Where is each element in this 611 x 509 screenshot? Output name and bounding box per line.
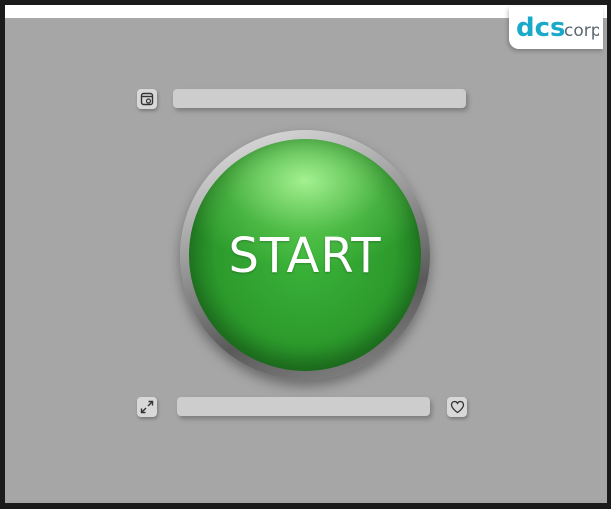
start-button[interactable]: START — [189, 139, 421, 371]
logo-mark: dcs corp — [516, 13, 599, 43]
window-settings-icon[interactable] — [137, 89, 157, 109]
logo-brand-text: dcs — [516, 13, 566, 43]
expand-icon[interactable] — [137, 397, 157, 417]
heart-icon[interactable] — [447, 397, 467, 417]
bottom-status-bar — [177, 397, 430, 416]
top-status-bar — [173, 89, 466, 108]
start-button-label: START — [228, 228, 382, 284]
logo-suffix-text: corp — [564, 21, 599, 41]
dcs-corp-logo: dcs corp — [509, 7, 603, 49]
